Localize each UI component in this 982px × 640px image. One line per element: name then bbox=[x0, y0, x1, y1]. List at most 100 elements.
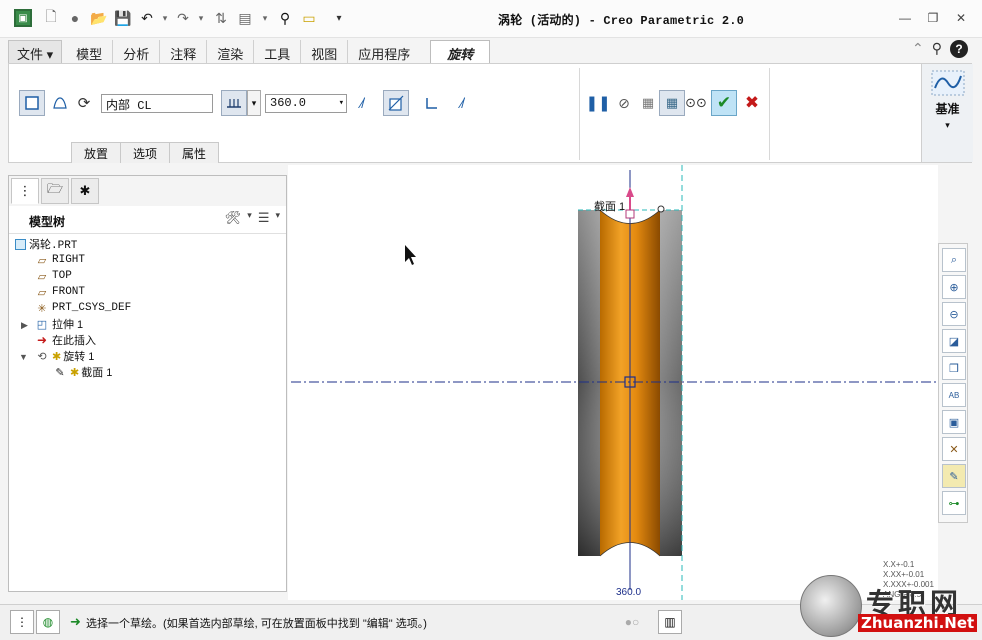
navigator-toggle-icon[interactable]: ⋮ bbox=[10, 610, 34, 634]
cancel-x-icon[interactable]: ✖ bbox=[739, 90, 765, 116]
tree-item-revolve[interactable]: ⟲ ✱ 旋转 1 bbox=[35, 348, 94, 364]
pause-icon[interactable]: ❚❚ bbox=[585, 90, 611, 116]
spin-center-icon[interactable]: ⊶ bbox=[942, 491, 966, 515]
subtab-options[interactable]: 选项 bbox=[120, 142, 171, 163]
refit-icon[interactable]: ⌕ bbox=[942, 248, 966, 272]
tab-applications[interactable]: 应用程序 bbox=[348, 40, 420, 64]
tab-annotate[interactable]: 注释 bbox=[160, 40, 208, 64]
minimize-ribbon-icon[interactable]: ⌃ bbox=[912, 40, 924, 58]
regen-status-icon: ●○ bbox=[624, 615, 640, 629]
model-view[interactable]: 截面 1 360.0 bbox=[288, 165, 938, 600]
tab-revolve[interactable]: 旋转 bbox=[430, 40, 491, 64]
solid-icon[interactable] bbox=[19, 90, 45, 116]
tree-item-insert-here[interactable]: ➜ 在此插入 bbox=[35, 332, 96, 348]
section-label: 截面 1 bbox=[594, 199, 625, 213]
flip-direction-icon[interactable]: ⁄̸ bbox=[349, 90, 375, 116]
thicken-icon[interactable] bbox=[419, 90, 445, 116]
tolerance-line: X.XX+-0.01 bbox=[883, 570, 925, 579]
help-icon[interactable]: ? bbox=[950, 40, 968, 58]
display-style-icon[interactable]: ❒ bbox=[942, 356, 966, 380]
command-search-icon[interactable]: ⚲ bbox=[932, 40, 942, 58]
attached-preview-icon[interactable]: ▦ bbox=[635, 90, 661, 116]
tab-view[interactable]: 视图 bbox=[301, 40, 349, 64]
zoom-out-icon[interactable]: ⊖ bbox=[942, 302, 966, 326]
favorites-tab-icon[interactable]: ✱ bbox=[71, 178, 99, 204]
collapse-arrow-icon[interactable]: ▼ bbox=[19, 352, 28, 362]
tree-item-right[interactable]: ▱ RIGHT bbox=[35, 252, 85, 268]
redo-dropdown-icon[interactable]: ▾ bbox=[192, 9, 210, 27]
save-icon[interactable]: 💾 bbox=[114, 9, 132, 27]
folder-browser-tab-icon[interactable]: 🗁 bbox=[41, 178, 69, 204]
flip-thickness-icon[interactable]: ⁄̸ bbox=[449, 90, 475, 116]
close-button[interactable]: ✕ bbox=[952, 10, 970, 26]
angle-field[interactable]: 360.0 ▾ bbox=[265, 94, 347, 113]
datum-dropdown-icon[interactable]: ▾ bbox=[922, 120, 973, 131]
undo-dropdown-icon[interactable]: ▾ bbox=[156, 9, 174, 27]
watermark-en: Zhuanzhi.Net bbox=[858, 614, 978, 632]
view-toolbar: ⌕ ⊕ ⊖ ◪ ❒ AB ▣ ✕ ✎ ⊶ bbox=[938, 243, 968, 523]
repaint-icon[interactable]: ◪ bbox=[942, 329, 966, 353]
tree-show-icon[interactable]: ☰ bbox=[258, 210, 270, 226]
redo-icon[interactable]: ↷ bbox=[174, 9, 192, 27]
open-icon[interactable]: ● bbox=[66, 9, 84, 27]
minimize-button[interactable]: — bbox=[896, 10, 914, 26]
browser-toggle-icon[interactable]: ◍ bbox=[36, 610, 60, 634]
windows-dropdown-icon[interactable]: ▾ bbox=[256, 9, 274, 27]
detached-preview-icon[interactable]: ▦ bbox=[659, 90, 685, 116]
subtab-properties[interactable]: 属性 bbox=[169, 142, 220, 163]
graphics-window[interactable]: 截面 1 360.0 bbox=[288, 165, 938, 600]
regenerate-icon[interactable]: ⇅ bbox=[212, 9, 230, 27]
tree-settings-dropdown-icon[interactable]: ▾ bbox=[247, 210, 252, 226]
view-manager-icon[interactable]: ▣ bbox=[942, 410, 966, 434]
model-tree-tab-icon[interactable]: ⋮ bbox=[11, 178, 39, 204]
subtab-placement[interactable]: 放置 bbox=[71, 142, 122, 163]
saved-orientations-icon[interactable]: AB bbox=[942, 383, 966, 407]
datum-group[interactable]: 基准 ▾ bbox=[921, 64, 973, 162]
status-message: 选择一个草绘。(如果首选内部草绘, 可在放置面板中找到 "编辑" 选项。) bbox=[86, 618, 427, 630]
new-file-icon[interactable]: 🗋 bbox=[42, 8, 60, 27]
zoom-in-icon[interactable]: ⊕ bbox=[942, 275, 966, 299]
restore-button[interactable]: ❐ bbox=[924, 10, 942, 26]
annotation-display-icon[interactable]: ✎ bbox=[942, 464, 966, 488]
windows-icon[interactable]: ▤ bbox=[236, 9, 254, 27]
tab-render[interactable]: 渲染 bbox=[207, 40, 255, 64]
navigator-panel: ⋮ 🗁 ✱ 模型树 🛠 ▾ ☰ ▾ 涡轮.PRT ▱ RIGHT ▱ TOP ▱… bbox=[8, 175, 287, 592]
axis-field[interactable]: 内部 CL bbox=[101, 94, 213, 113]
tab-tools[interactable]: 工具 bbox=[254, 40, 302, 64]
revolve-icon: ⟲ bbox=[37, 350, 47, 363]
undo-icon[interactable]: ↶ bbox=[138, 9, 156, 27]
no-preview-icon[interactable]: ⊘ bbox=[611, 90, 637, 116]
tab-analysis[interactable]: 分析 bbox=[113, 40, 161, 64]
tree-item-front[interactable]: ▱ FRONT bbox=[35, 284, 85, 300]
remove-material-icon[interactable] bbox=[383, 90, 409, 116]
angle-dropdown-icon[interactable]: ▾ bbox=[339, 98, 344, 108]
tab-file[interactable]: 文件 ▾ bbox=[8, 40, 63, 64]
tree-item-section[interactable]: ✎ ✱ 截面 1 bbox=[53, 364, 112, 380]
tree-item-csys[interactable]: ✳ PRT_CSYS_DEF bbox=[35, 300, 131, 316]
datum-plane-icon: ▱ bbox=[37, 286, 47, 299]
tree-settings-icon[interactable]: 🛠 bbox=[225, 210, 242, 226]
selection-filter-icon[interactable]: ▥ bbox=[658, 610, 682, 634]
tab-model[interactable]: 模型 bbox=[66, 40, 114, 64]
surface-icon[interactable] bbox=[47, 90, 73, 116]
datum-display-icon[interactable]: ✕ bbox=[942, 437, 966, 461]
angle-dimension[interactable]: 360.0 bbox=[616, 587, 641, 598]
tree-show-dropdown-icon[interactable]: ▾ bbox=[275, 210, 280, 226]
active-feature-icon: ✱ bbox=[70, 366, 80, 379]
ok-check-icon[interactable]: ✔ bbox=[711, 90, 737, 116]
customize-toolbar-icon[interactable]: ▾ bbox=[330, 9, 348, 27]
tree-item-top[interactable]: ▱ TOP bbox=[35, 268, 72, 284]
drag-handle-square[interactable] bbox=[625, 209, 635, 219]
tree-item-extrude[interactable]: ◰ 拉伸 1 bbox=[35, 316, 83, 332]
revolve-axis-icon[interactable]: ⟳ bbox=[71, 90, 97, 116]
close-window-icon[interactable]: ▭ bbox=[300, 9, 318, 27]
tree-item-part[interactable]: 涡轮.PRT bbox=[15, 236, 77, 252]
angle-variable-icon[interactable] bbox=[221, 90, 247, 116]
search-icon[interactable]: ⚲ bbox=[276, 9, 294, 27]
open-folder-icon[interactable]: 📂 bbox=[90, 9, 108, 27]
creo-logo-icon[interactable]: ▣ bbox=[14, 9, 32, 27]
expand-arrow-icon[interactable]: ▶ bbox=[21, 320, 28, 331]
verify-preview-icon[interactable]: ⊙⊙ bbox=[683, 90, 709, 116]
angle-option-dropdown-icon[interactable]: ▾ bbox=[247, 90, 261, 116]
datum-plane-icon: ▱ bbox=[37, 254, 47, 267]
